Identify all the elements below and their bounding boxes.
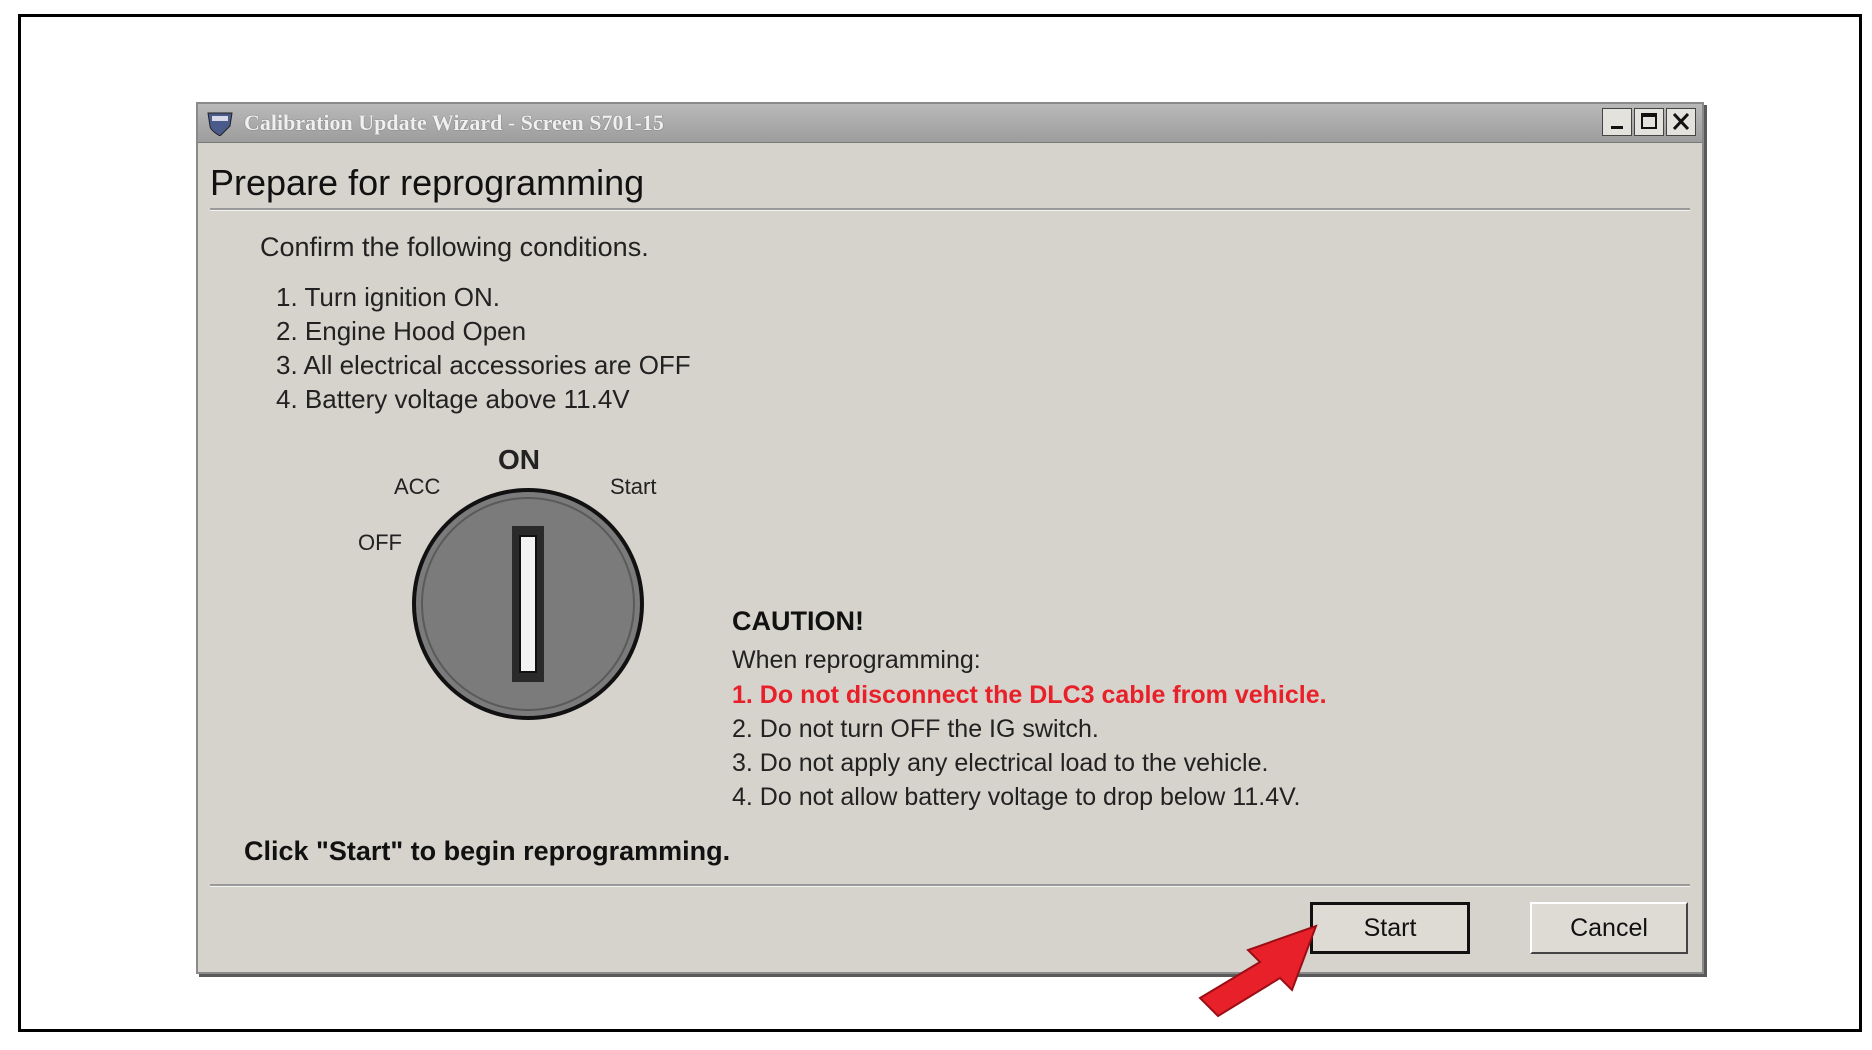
ignition-cylinder-icon: [412, 488, 644, 720]
caution-subtitle: When reprogramming:: [732, 646, 981, 674]
key-label-on: ON: [498, 444, 540, 475]
minimize-icon: [1611, 126, 1623, 129]
condition-item: 3. All electrical accessories are OFF: [276, 350, 691, 380]
minimize-button[interactable]: [1602, 108, 1632, 136]
caution-item: 3. Do not apply any electrical load to t…: [732, 749, 1269, 777]
start-instruction: Click "Start" to begin reprogramming.: [244, 836, 731, 866]
window-controls: [1602, 108, 1696, 136]
caution-list: 1. Do not disconnect the DLC3 cable from…: [732, 678, 1327, 814]
title-bar[interactable]: Calibration Update Wizard - Screen S701-…: [198, 104, 1702, 143]
caution-item: 4. Do not allow battery voltage to drop …: [732, 783, 1301, 811]
footer-divider: [210, 884, 1690, 887]
maximize-button[interactable]: [1634, 108, 1664, 136]
maximize-icon: [1641, 113, 1657, 129]
wizard-window: Calibration Update Wizard - Screen S701-…: [196, 102, 1704, 974]
caution-item-warning: 1. Do not disconnect the DLC3 cable from…: [732, 681, 1327, 709]
header-divider: [210, 208, 1690, 211]
conditions-intro: Confirm the following conditions.: [260, 232, 649, 262]
ignition-key-diagram: ON ACC Start OFF: [358, 444, 688, 734]
close-button[interactable]: [1666, 108, 1696, 136]
window-title: Calibration Update Wizard - Screen S701-…: [244, 110, 664, 135]
cancel-button[interactable]: Cancel: [1530, 902, 1688, 954]
conditions-list: 1. Turn ignition ON. 2. Engine Hood Open…: [276, 280, 691, 416]
caution-title: CAUTION!: [732, 606, 864, 636]
app-shield-icon: [207, 112, 233, 136]
caution-item: 2. Do not turn OFF the IG switch.: [732, 715, 1099, 743]
condition-item: 2. Engine Hood Open: [276, 316, 527, 346]
page-heading: Prepare for reprogramming: [210, 162, 645, 203]
key-label-off: OFF: [358, 530, 402, 555]
condition-item: 4. Battery voltage above 11.4V: [276, 384, 630, 414]
pointer-arrow-icon: [1198, 924, 1318, 1018]
close-icon: [1672, 112, 1690, 131]
condition-item: 1. Turn ignition ON.: [276, 282, 500, 312]
